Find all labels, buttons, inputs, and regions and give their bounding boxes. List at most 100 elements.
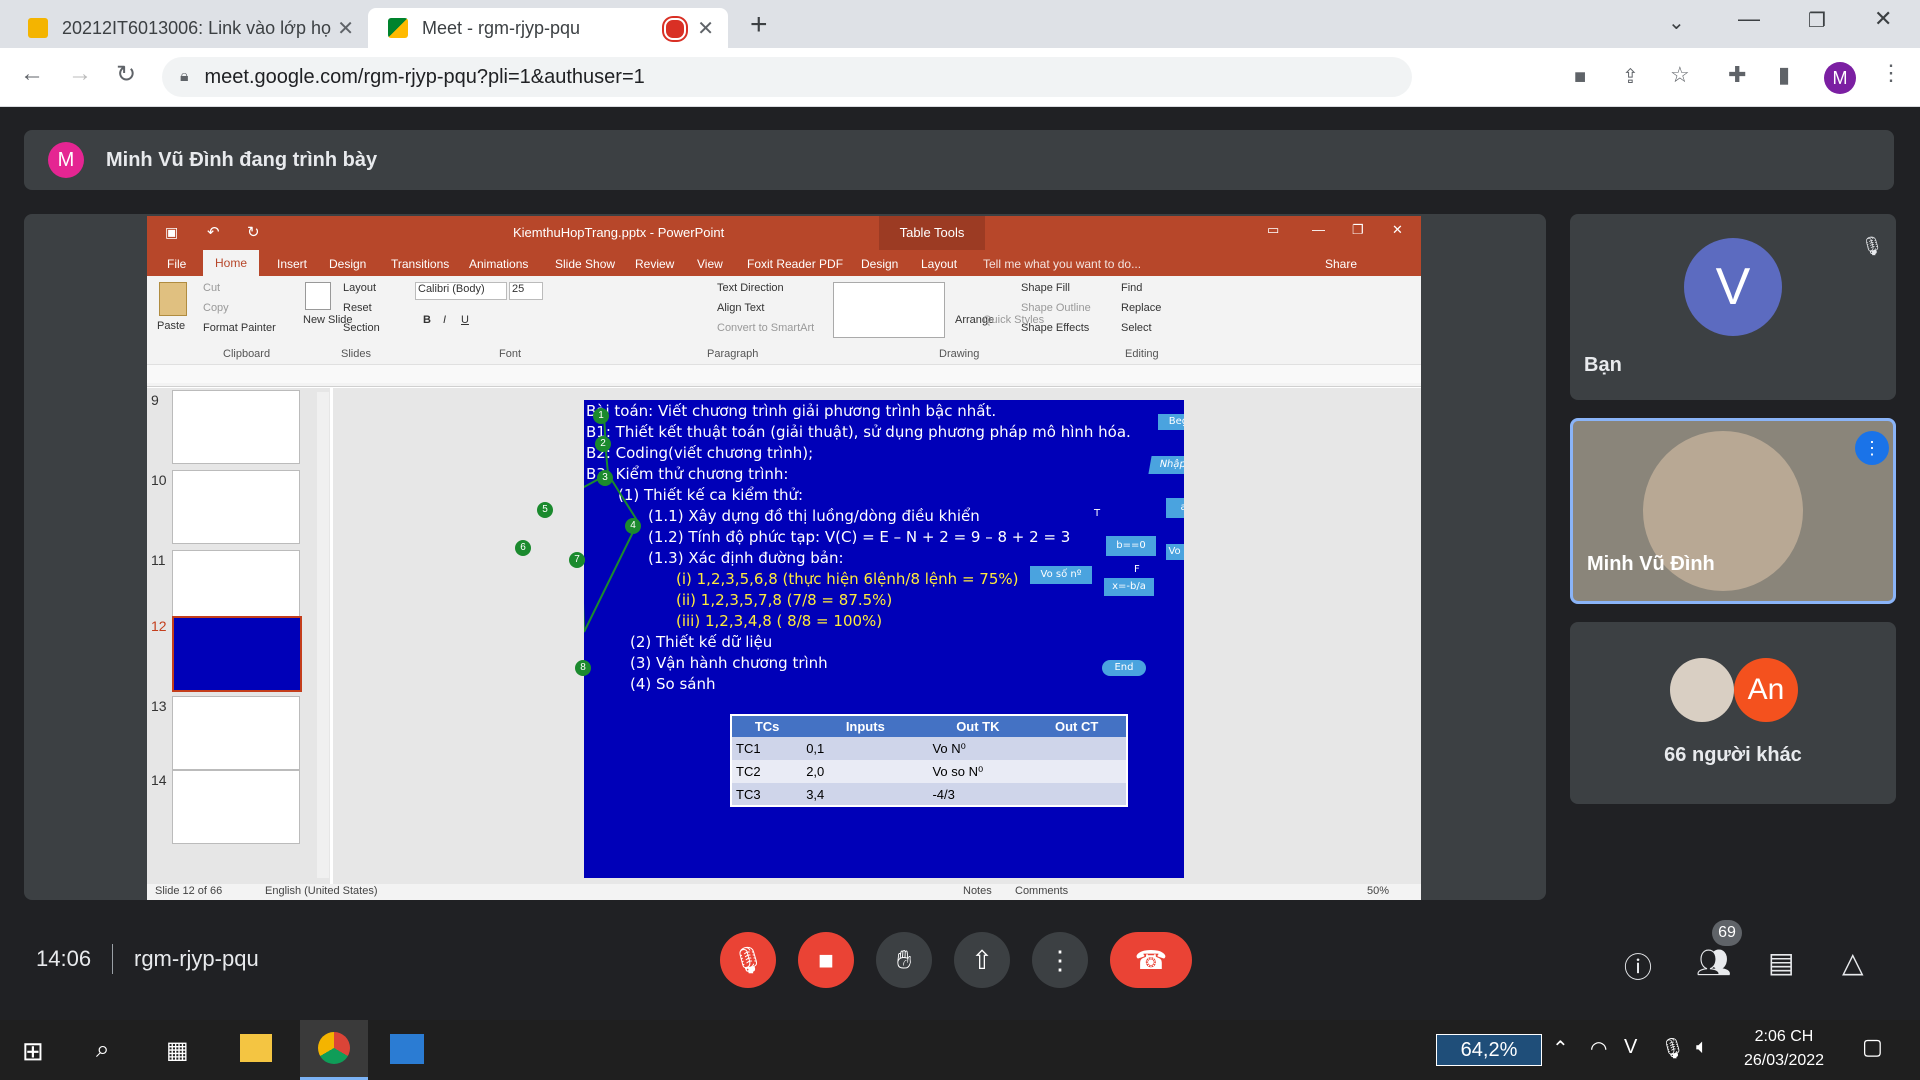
table-cell[interactable] — [1027, 737, 1127, 760]
slide-thumbnail[interactable] — [172, 470, 300, 544]
table-cell[interactable]: Vo N⁰ — [928, 737, 1027, 760]
slide-thumbnail[interactable] — [172, 550, 300, 624]
comments-button[interactable]: Comments — [1015, 885, 1068, 897]
reload-icon[interactable]: ↻ — [116, 60, 136, 89]
leave-call-button[interactable]: ☎︎ — [1110, 932, 1192, 988]
menu-view[interactable]: View — [697, 257, 723, 271]
photos-icon[interactable] — [390, 1034, 424, 1064]
tile-others[interactable]: An 66 người khác — [1570, 622, 1896, 804]
menu-insert[interactable]: Insert — [277, 257, 307, 271]
back-icon[interactable]: ← — [20, 60, 44, 88]
table-cell[interactable]: TC3 — [731, 783, 802, 806]
extensions-icon[interactable]: ✚ — [1728, 62, 1746, 88]
close-tab-icon[interactable]: ✕ — [697, 16, 714, 41]
vpn-icon[interactable]: V — [1624, 1036, 1637, 1059]
meeting-details-icon[interactable]: ⓘ — [1624, 946, 1652, 986]
replace-button[interactable]: Replace — [1121, 302, 1161, 314]
text-direction-button[interactable]: Text Direction — [717, 282, 784, 294]
raise-hand-button[interactable]: ✋︎ — [876, 932, 932, 988]
align-text-button[interactable]: Align Text — [717, 302, 765, 314]
undo-icon[interactable]: ↶ — [207, 223, 220, 241]
table-cell[interactable] — [1027, 783, 1127, 806]
table-cell[interactable]: Vo so N⁰ — [928, 760, 1027, 783]
slide-thumbnail[interactable] — [172, 696, 300, 770]
paste-button[interactable]: Paste — [157, 320, 185, 332]
tile-presenter[interactable]: ⋮ Minh Vũ Đình — [1570, 418, 1896, 604]
shape-fill-button[interactable]: Shape Fill — [1021, 282, 1070, 294]
clock-date[interactable]: 26/03/2022 — [1730, 1052, 1838, 1070]
file-explorer-icon[interactable] — [240, 1034, 272, 1062]
camera-blocked-icon[interactable]: ■ — [1574, 66, 1586, 89]
search-icon[interactable]: ⌕ — [96, 1036, 109, 1064]
table-cell[interactable] — [1027, 760, 1127, 783]
battery-indicator[interactable]: 64,2% — [1436, 1034, 1542, 1066]
shape-outline-button[interactable]: Shape Outline — [1021, 302, 1091, 314]
bookmark-star-icon[interactable]: ☆ — [1670, 62, 1690, 88]
restore-icon[interactable]: ❐ — [1808, 8, 1826, 33]
shapes-gallery[interactable] — [833, 282, 945, 338]
select-button[interactable]: Select — [1121, 322, 1152, 334]
table-cell[interactable]: 0,1 — [802, 737, 928, 760]
wifi-icon[interactable]: ◠ — [1590, 1036, 1607, 1061]
ribbon-display-icon[interactable]: ▭ — [1267, 222, 1279, 238]
menu-slideshow[interactable]: Slide Show — [555, 257, 615, 271]
format-painter-button[interactable]: Format Painter — [203, 322, 276, 334]
copy-button[interactable]: Copy — [203, 302, 229, 314]
close-window-icon[interactable]: ✕ — [1874, 6, 1892, 32]
minimize-icon[interactable]: — — [1738, 6, 1760, 32]
menu-review[interactable]: Review — [635, 257, 674, 271]
section-button[interactable]: Section — [343, 322, 380, 334]
mic-toggle-button[interactable]: 🎙︎ — [720, 932, 776, 988]
underline-button[interactable]: U — [461, 314, 469, 326]
present-button[interactable]: ⇧ — [954, 932, 1010, 988]
slide-thumbnail[interactable] — [172, 770, 300, 844]
menu-foxit[interactable]: Foxit Reader PDF — [747, 257, 843, 271]
menu-table-layout[interactable]: Layout — [921, 257, 957, 271]
paste-icon[interactable] — [159, 282, 187, 316]
find-button[interactable]: Find — [1121, 282, 1142, 294]
ppt-close-icon[interactable]: ✕ — [1392, 222, 1403, 238]
tab-search-icon[interactable]: ⌄ — [1668, 10, 1685, 35]
menu-animations[interactable]: Animations — [469, 257, 528, 271]
redo-icon[interactable]: ↻ — [247, 223, 260, 241]
thumb-scrollbar[interactable] — [317, 392, 329, 878]
table-cell[interactable]: 2,0 — [802, 760, 928, 783]
clock-time[interactable]: 2:06 CH — [1736, 1028, 1832, 1046]
save-icon[interactable]: ▣ — [165, 224, 178, 241]
menu-icon[interactable]: ⋮ — [1880, 60, 1902, 86]
tell-me-search[interactable]: Tell me what you want to do... — [983, 257, 1141, 271]
menu-home[interactable]: Home — [203, 250, 259, 276]
cut-button[interactable]: Cut — [203, 282, 220, 294]
italic-button[interactable]: I — [443, 314, 446, 326]
notifications-icon[interactable]: ▢ — [1862, 1034, 1883, 1060]
close-tab-icon[interactable]: ✕ — [337, 16, 354, 41]
people-icon[interactable]: 👥︎ — [1696, 946, 1732, 979]
convert-smartart-button[interactable]: Convert to SmartArt — [717, 322, 814, 334]
ppt-minimize-icon[interactable]: — — [1312, 222, 1325, 237]
chrome-taskbar-button[interactable] — [300, 1020, 368, 1080]
tab-course-link[interactable]: 20212IT6013006: Link vào lớp họ ✕ — [8, 8, 368, 48]
menu-transitions[interactable]: Transitions — [391, 257, 449, 271]
share-page-icon[interactable]: ⇪ — [1622, 64, 1639, 89]
menu-file[interactable]: File — [167, 257, 186, 271]
reset-button[interactable]: Reset — [343, 302, 372, 314]
profile-avatar[interactable]: M — [1824, 62, 1856, 94]
table-cell[interactable]: -4/3 — [928, 783, 1027, 806]
slide-thumbnail-active[interactable] — [172, 616, 302, 692]
table-cell[interactable]: TC2 — [731, 760, 802, 783]
zoom-level[interactable]: 50% — [1367, 885, 1389, 897]
layout-button[interactable]: Layout — [343, 282, 376, 294]
show-hidden-icons-icon[interactable]: ⌃ — [1552, 1036, 1569, 1061]
address-bar[interactable]: 🔒︎ meet.google.com/rgm-rjyp-pqu?pli=1&au… — [162, 57, 1412, 97]
table-cell[interactable]: 3,4 — [802, 783, 928, 806]
more-options-button[interactable]: ⋮ — [1032, 932, 1088, 988]
tab-meet[interactable]: Meet - rgm-rjyp-pqu ✕ — [368, 8, 728, 48]
new-tab-button[interactable]: + — [750, 8, 768, 42]
windows-start-icon[interactable]: ⊞ — [22, 1036, 44, 1067]
bold-button[interactable]: B — [423, 314, 431, 326]
menu-table-design[interactable]: Design — [861, 257, 898, 271]
camera-toggle-button[interactable]: ■ — [798, 932, 854, 988]
share-button[interactable]: Share — [1325, 257, 1357, 271]
font-size-box[interactable]: 25 — [509, 282, 543, 300]
shape-effects-button[interactable]: Shape Effects — [1021, 322, 1089, 334]
